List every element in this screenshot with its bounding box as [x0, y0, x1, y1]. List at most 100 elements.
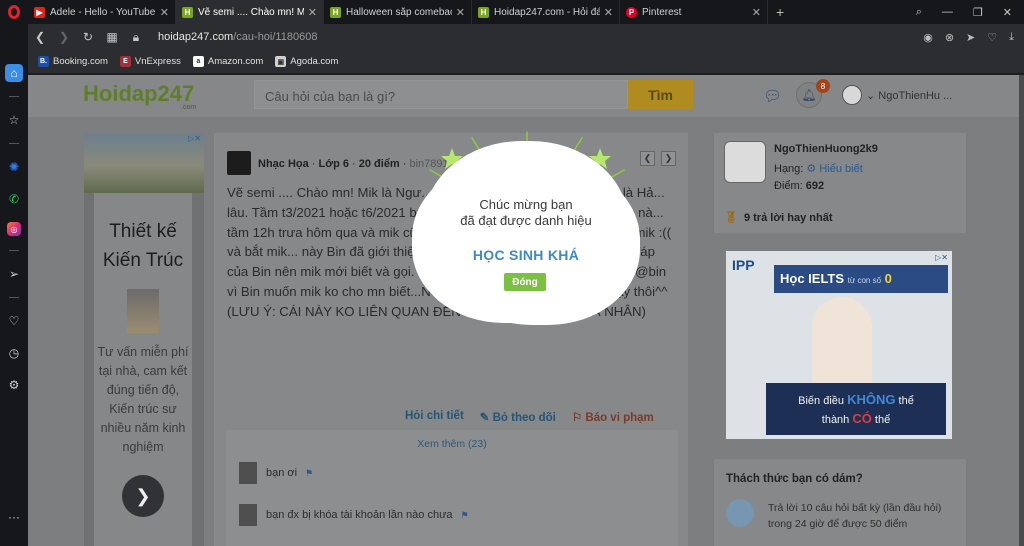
heart-icon[interactable]: ♡ — [987, 31, 997, 44]
tab-close-icon[interactable]: ✕ — [160, 6, 169, 19]
profile-card: NgoThienHuong2k9 Hạng: ⚙ Hiểu biết Điểm:… — [714, 133, 966, 233]
tab-pinterest[interactable]: P Pinterest ✕ — [620, 0, 768, 24]
tab-close-icon[interactable]: ✕ — [456, 6, 465, 19]
best-answers-label: 9 trả lời hay nhất — [743, 212, 833, 224]
bookmark-booking[interactable]: B. Booking.com — [38, 56, 108, 67]
bookmark-agoda[interactable]: ▣ Agoda.com — [275, 56, 338, 67]
report-link[interactable]: ⚐ Báo vi phạm — [572, 410, 654, 424]
comment-avatar — [239, 462, 257, 484]
flow-send-icon[interactable]: ➢ — [5, 265, 23, 283]
ad-house-image — [84, 133, 204, 193]
sidebar-divider — [9, 96, 19, 97]
site-header: Hoidap247 .com Câu hỏi của bạn là gì? Tìm… — [28, 75, 1019, 117]
tab-close-icon[interactable]: ✕ — [308, 6, 317, 19]
send-icon[interactable]: ➤ — [966, 31, 975, 44]
ad-headline-small: từ con số — [847, 276, 882, 285]
unfollow-link[interactable]: ✎ Bỏ theo dõi — [480, 410, 556, 424]
user-menu[interactable]: ⌄ NgoThienHu ... — [866, 89, 952, 102]
logo-text: Hoidap247 — [83, 81, 195, 106]
see-more-link[interactable]: Xem thêm (23) — [226, 430, 678, 450]
profile-name[interactable]: NgoThienHuong2k9 — [774, 143, 878, 155]
opera-logo-icon[interactable] — [0, 0, 28, 24]
profile-avatar[interactable] — [724, 141, 766, 183]
search-input[interactable]: Câu hỏi của bạn là gì? — [254, 80, 628, 109]
comment-text: bạn đx bị khóa tài khoản lần nào chưa — [266, 509, 453, 521]
forward-icon[interactable]: ❯ — [52, 30, 76, 44]
site-logo[interactable]: Hoidap247 .com — [83, 81, 196, 111]
tab-close-icon[interactable]: ✕ — [752, 6, 761, 19]
new-tab-button[interactable]: + — [776, 4, 784, 20]
subject-avatar — [227, 151, 251, 175]
search-button[interactable]: Tìm — [628, 80, 693, 109]
comments-section: Xem thêm (23) bạn ơi ⚑ bạn đx bị khóa tà… — [226, 430, 678, 546]
bookmark-amazon[interactable]: a Amazon.com — [192, 56, 264, 67]
page-scrollbar[interactable] — [1019, 75, 1024, 546]
ad-architecture[interactable]: ▷✕ Thiết kế Kiến Trúc Tư vấn miễn phí tạ… — [84, 133, 204, 546]
home-icon[interactable]: ⌂ — [5, 64, 23, 82]
tab-youtube[interactable]: ▶ Adele - Hello - YouTube ✕ — [28, 0, 176, 24]
slogan-part: thành — [821, 414, 850, 426]
adchoices-icon[interactable]: ▷✕ — [188, 134, 201, 143]
bookmark-label: VnExpress — [134, 56, 181, 67]
close-modal-button[interactable]: Đóng — [504, 273, 546, 291]
more-icon[interactable]: ··· — [8, 510, 20, 524]
notification-badge: 8 — [816, 79, 830, 93]
messenger-icon[interactable]: ✺ — [5, 158, 23, 176]
camera-icon[interactable]: ◉ — [923, 31, 933, 44]
adchoices-icon[interactable]: ▷✕ — [935, 253, 948, 262]
report-flag-icon[interactable]: ⚑ — [461, 510, 469, 521]
bookmark-label: Agoda.com — [290, 56, 339, 67]
subject-label[interactable]: Nhạc Họa — [258, 158, 309, 170]
maximize-icon[interactable]: ❐ — [973, 6, 983, 19]
whatsapp-icon[interactable]: ✆ — [5, 190, 23, 208]
hoidap-icon: H — [182, 6, 193, 18]
ask-detail-link[interactable]: Hỏi chi tiết — [405, 410, 464, 424]
flag-icon: ⚐ — [571, 412, 586, 424]
profile-rank: Hạng: ⚙ Hiểu biết — [774, 162, 863, 175]
reload-icon[interactable]: ↻ — [76, 30, 100, 44]
download-icon[interactable]: ⤓ — [1009, 31, 1014, 44]
tabs-grid-icon[interactable]: ▦ — [100, 30, 124, 44]
minimize-icon[interactable]: — — [942, 6, 953, 18]
avatar[interactable] — [842, 85, 862, 105]
chat-icon[interactable]: 💬︎ — [763, 87, 782, 105]
ad-ielts[interactable]: IPP ▷✕ Học IELTS từ con số 0 Biến điều K… — [726, 251, 952, 439]
tab-title: Adele - Hello - YouTube — [50, 6, 156, 18]
ad-title: Thiết kế Kiến Trúc — [102, 221, 184, 271]
congrats-modal: Chúc mừng bạn đã đạt được danh hiệu HỌC … — [424, 147, 628, 315]
close-window-icon[interactable]: ✕ — [1003, 6, 1012, 19]
history-clock-icon[interactable]: ◷ — [5, 344, 23, 362]
modal-title: Chúc mừng bạn đã đạt được danh hiệu — [424, 197, 628, 229]
ad-next-button[interactable]: ❯ — [122, 475, 164, 517]
adblock-icon[interactable]: ⊗ — [945, 31, 954, 44]
instagram-icon[interactable]: ◎ — [7, 222, 21, 236]
challenge-card: Thách thức bạn có dám? Trả lời 10 câu hỏ… — [714, 459, 966, 546]
tab-close-icon[interactable]: ✕ — [604, 6, 613, 19]
ipp-logo: IPP — [732, 257, 755, 273]
slogan-highlight: CÓ — [852, 411, 872, 426]
url-field[interactable]: hoidap247.com/cau-hoi/1180608 — [158, 31, 317, 43]
speed-dial-icon[interactable]: ☆ — [5, 111, 23, 129]
tab-active-question[interactable]: H Vẽ semi .... Chào mn! Mik là ✕ — [176, 0, 324, 24]
report-flag-icon[interactable]: ⚑ — [305, 468, 313, 479]
prev-question-button[interactable]: ❮ — [640, 151, 655, 166]
settings-gear-icon[interactable]: ⚙ — [5, 376, 23, 394]
challenge-text: Trả lời 10 câu hỏi bất kỳ (lần đầu hỏi) … — [768, 502, 942, 530]
report-label: Báo vi phạm — [585, 412, 654, 424]
tab-hoidap-home[interactable]: H Hoidap247.com - Hỏi đáp ✕ — [472, 0, 620, 24]
modal-line1: Chúc mừng bạn — [479, 197, 573, 212]
rank-label: Hạng: — [774, 163, 804, 175]
tab-halloween[interactable]: H Halloween sắp comeback r ✕ — [324, 0, 472, 24]
bookmark-label: Amazon.com — [207, 56, 264, 67]
pencil-icon: ✎ — [479, 412, 493, 424]
modal-line2: đã đạt được danh hiệu — [460, 213, 592, 228]
pinterest-icon: P — [626, 6, 637, 18]
vnexpress-icon: E — [119, 56, 131, 67]
back-icon[interactable]: ❮ — [28, 30, 52, 44]
next-question-button[interactable]: ❯ — [661, 151, 676, 166]
search-tabs-icon[interactable]: ⌕ — [916, 6, 922, 19]
bookmark-vnexpress[interactable]: E VnExpress — [119, 56, 181, 67]
hoidap-icon: H — [330, 6, 341, 18]
favorites-heart-icon[interactable]: ♡ — [5, 312, 23, 330]
amazon-icon: a — [192, 56, 204, 67]
